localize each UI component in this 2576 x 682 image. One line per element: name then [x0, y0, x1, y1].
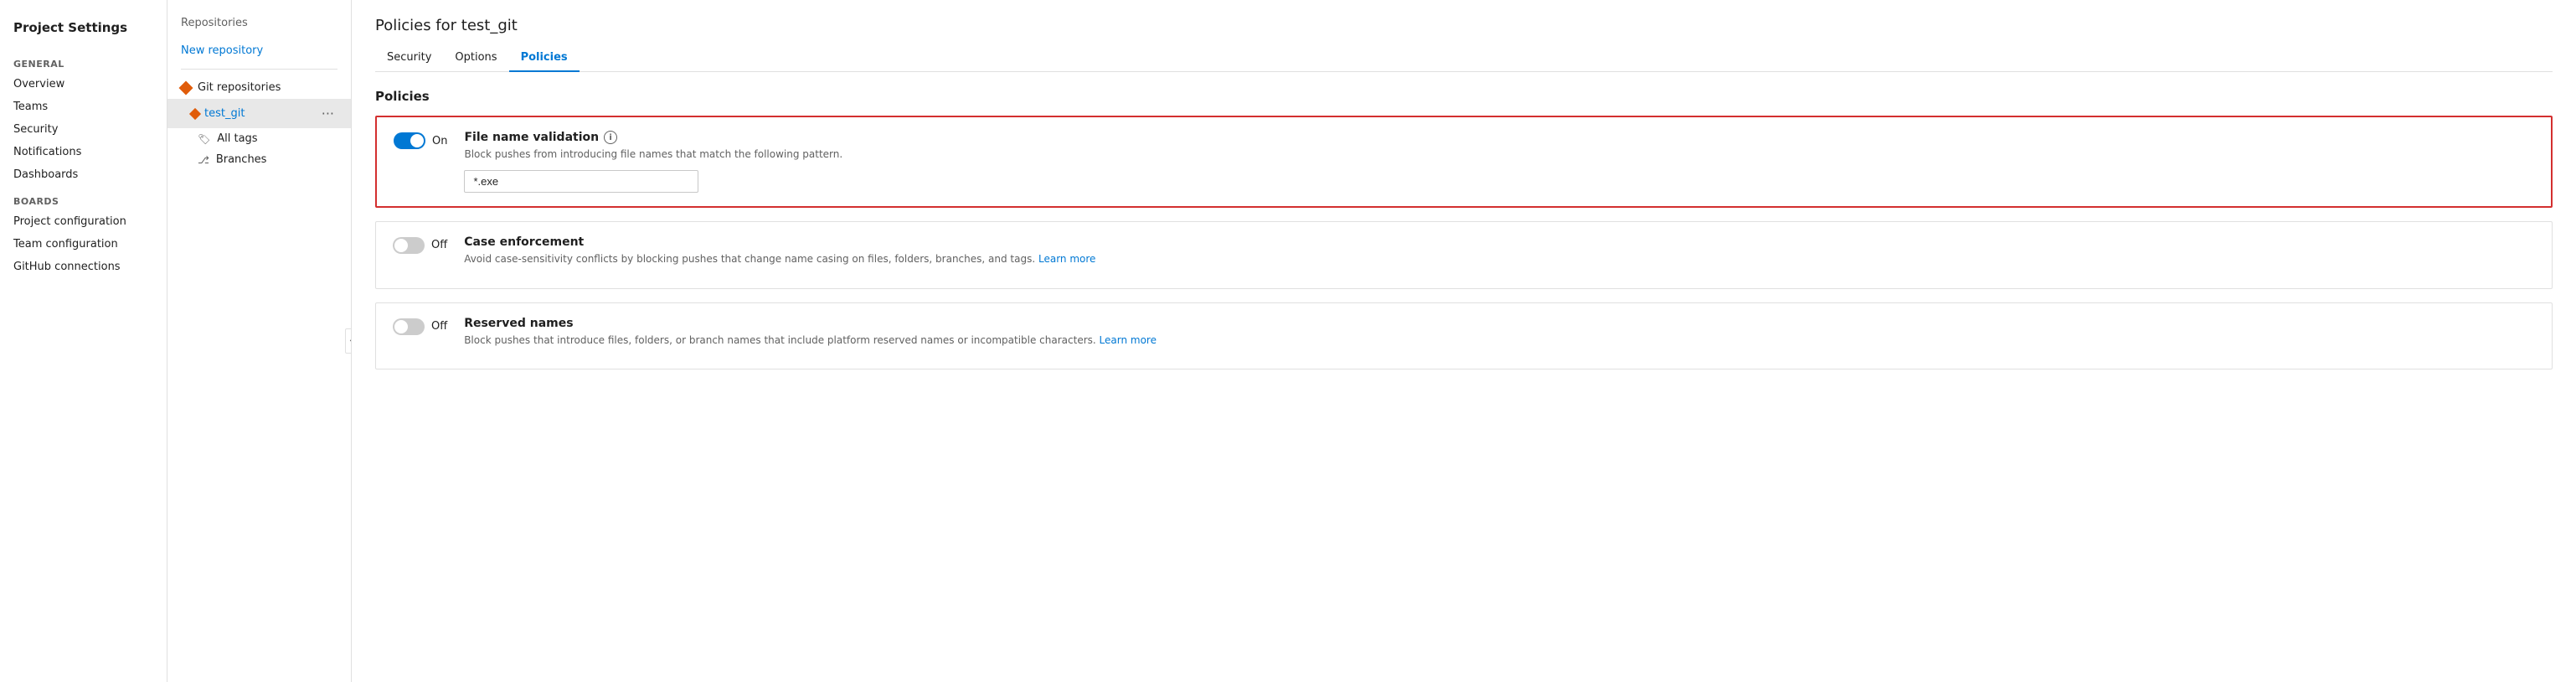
learn-more-case-enforcement[interactable]: Learn more — [1038, 253, 1095, 265]
boards-section-label: Boards — [0, 186, 167, 210]
sidebar-item-team-configuration[interactable]: Team configuration — [0, 233, 167, 256]
sidebar-item-security[interactable]: Security — [0, 118, 167, 141]
sidebar-item-notifications[interactable]: Notifications — [0, 141, 167, 163]
toggle-file-name-validation[interactable] — [394, 132, 425, 149]
sidebar-item-teams[interactable]: Teams — [0, 96, 167, 118]
policy-desc-case: Avoid case-sensitivity conflicts by bloc… — [464, 252, 2535, 266]
policy-name-reserved: Reserved names — [464, 317, 2535, 330]
policy-reserved-names: Off Reserved names Block pushes that int… — [375, 302, 2553, 370]
repo-diamond-icon — [189, 107, 201, 119]
toggle-area-reserved: Off — [393, 317, 447, 335]
git-repos-header: Git repositories — [167, 76, 351, 99]
policy-name-file-name: File name validation i — [464, 131, 2534, 144]
page-title: Policies for test_git — [375, 17, 2553, 34]
branch-icon: ⎇ — [198, 154, 209, 166]
file-name-pattern-input[interactable] — [464, 170, 698, 193]
repositories-title: Repositories — [167, 10, 351, 39]
policy-row-case: Off Case enforcement Avoid case-sensitiv… — [376, 222, 2552, 288]
tab-security[interactable]: Security — [375, 44, 443, 72]
tabs-bar: Security Options Policies — [375, 44, 2553, 72]
tab-policies[interactable]: Policies — [509, 44, 580, 72]
branches-item[interactable]: ⎇ Branches — [167, 149, 351, 170]
general-section-label: General — [0, 49, 167, 73]
repo-more-options-button[interactable]: ··· — [318, 104, 337, 123]
toggle-label-case-off: Off — [431, 239, 447, 251]
new-repository-link[interactable]: New repository — [167, 39, 351, 62]
policy-desc-reserved: Block pushes that introduce files, folde… — [464, 333, 2535, 348]
toggle-case-enforcement[interactable] — [393, 237, 425, 254]
sidebar-item-github-connections[interactable]: GitHub connections — [0, 256, 167, 278]
all-tags-item[interactable]: 🏷 All tags — [167, 128, 351, 149]
policy-file-name-validation: On File name validation i Block pushes f… — [375, 116, 2553, 208]
tab-options[interactable]: Options — [443, 44, 508, 72]
policy-case-enforcement: Off Case enforcement Avoid case-sensitiv… — [375, 221, 2553, 289]
toggle-reserved-names[interactable] — [393, 318, 425, 335]
tag-icon: 🏷 — [198, 133, 210, 145]
sidebar: Project Settings General Overview Teams … — [0, 0, 167, 682]
sidebar-item-project-configuration[interactable]: Project configuration — [0, 210, 167, 233]
sidebar-item-overview[interactable]: Overview — [0, 73, 167, 96]
policy-name-case: Case enforcement — [464, 235, 2535, 249]
policies-section-title: Policies — [375, 89, 2553, 104]
policy-desc-file-name: Block pushes from introducing file names… — [464, 147, 2534, 162]
policy-content-reserved: Reserved names Block pushes that introdu… — [464, 317, 2535, 356]
sidebar-title: Project Settings — [0, 13, 167, 49]
collapse-panel-button[interactable]: ‹ — [345, 328, 352, 354]
toggle-label-reserved-off: Off — [431, 320, 447, 333]
toggle-label-on: On — [432, 135, 447, 147]
repo-test-git[interactable]: test_git ··· — [167, 99, 351, 128]
git-repos-diamond-icon — [179, 80, 193, 95]
learn-more-reserved-names[interactable]: Learn more — [1100, 334, 1157, 346]
middle-panel: ‹ Repositories New repository Git reposi… — [167, 0, 352, 682]
policy-content-case: Case enforcement Avoid case-sensitivity … — [464, 235, 2535, 275]
policy-content-file-name: File name validation i Block pushes from… — [464, 131, 2534, 193]
info-icon-file-name[interactable]: i — [604, 131, 617, 144]
sidebar-item-dashboards[interactable]: Dashboards — [0, 163, 167, 186]
divider — [181, 69, 337, 70]
toggle-area-case: Off — [393, 235, 447, 254]
policy-row-reserved: Off Reserved names Block pushes that int… — [376, 303, 2552, 369]
policy-row-file-name: On File name validation i Block pushes f… — [377, 117, 2551, 206]
toggle-area-file-name: On — [394, 131, 447, 149]
main-content: Policies for test_git Security Options P… — [352, 0, 2576, 682]
